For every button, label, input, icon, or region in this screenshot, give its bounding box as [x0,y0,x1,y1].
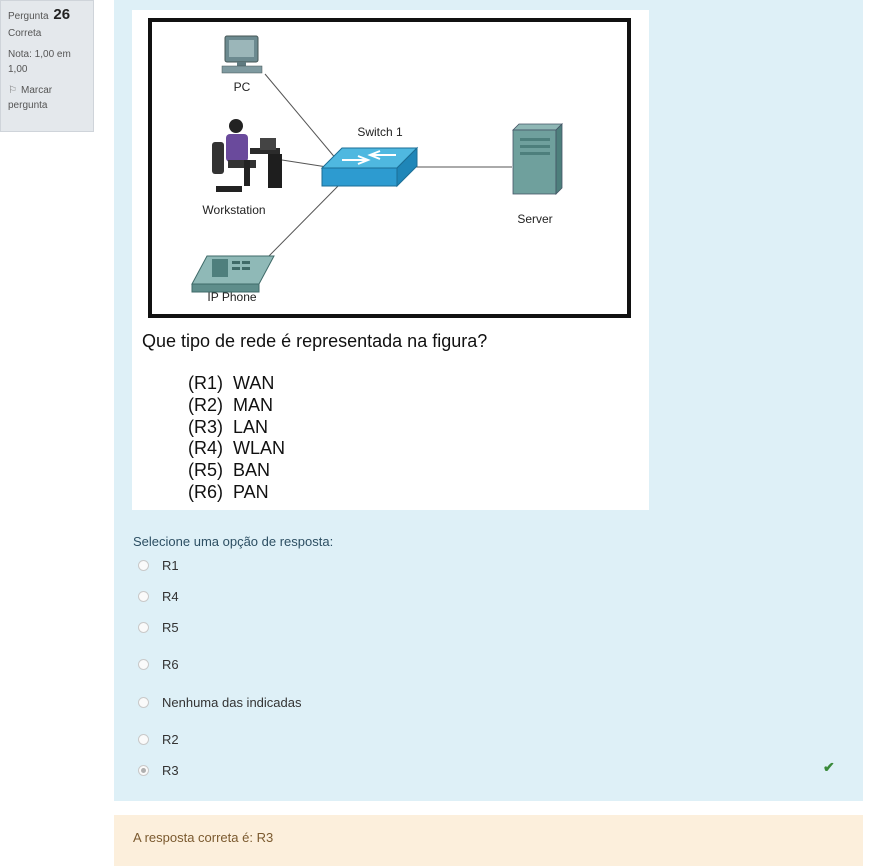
figure-option: (R2) MAN [188,394,273,415]
figure-question-text: Que tipo de rede é representada na figur… [142,331,488,351]
answer-label: R1 [162,557,179,573]
figure-option: (R4) WLAN [188,438,286,459]
answer-label: R6 [162,656,179,672]
answer-prompt: Selecione uma opção de resposta: [133,534,334,549]
server-label: Server [517,212,552,226]
radio-button[interactable] [138,621,149,633]
flag-icon: ⚐ [8,85,17,96]
figure-option: (R6) PAN [188,481,269,502]
pc-label: PC [234,80,251,94]
question-grade: Nota: 1,00 em 1,00 [8,49,71,75]
question-figure: PC Workstation IP Phone Switch 1 Server … [132,10,649,510]
radio-button[interactable] [138,658,149,670]
radio-button[interactable] [138,559,149,571]
answer-label: R5 [162,619,179,635]
radio-button[interactable] [138,733,149,745]
answer-option-r3[interactable]: R3 [138,760,179,780]
answer-option-r2[interactable]: R2 [138,729,179,749]
radio-button[interactable] [138,590,149,602]
answer-option-r5[interactable]: R5 [138,617,179,637]
answer-option-none[interactable]: Nenhuma das indicadas [138,692,301,712]
figure-options-list: (R1) WAN (R2) MAN (R3) LAN (R4) WLAN (R5… [188,373,285,504]
question-number: Pergunta 26 [8,7,86,24]
radio-button-selected[interactable] [138,764,149,776]
figure-option: (R3) LAN [188,416,269,437]
flag-question-link[interactable]: ⚐ Marcar pergunta [8,83,86,113]
ip-phone-label: IP Phone [207,290,256,304]
radio-button[interactable] [138,696,149,708]
question-info-panel: Pergunta 26 Correta Nota: 1,00 em 1,00 ⚐… [0,0,94,132]
workstation-label: Workstation [202,203,265,217]
switch-label: Switch 1 [357,125,403,139]
correct-answer-feedback: A resposta correta é: R3 [114,815,863,866]
answer-label: R4 [162,588,179,604]
figure-option: (R5) BAN [188,460,271,481]
answer-label: Nenhuma das indicadas [162,694,302,710]
question-state: Correta [8,28,42,39]
answer-label: R3 [162,762,179,778]
answer-option-r1[interactable]: R1 [138,555,179,575]
answer-option-r6[interactable]: R6 [138,654,179,674]
question-label: Pergunta [8,11,49,22]
figure-option: (R1) WAN [188,373,275,393]
answer-label: R2 [162,731,179,747]
network-diagram: PC Workstation IP Phone Switch 1 Server [148,18,631,318]
pc-icon [221,35,263,74]
answer-option-r4[interactable]: R4 [138,586,179,606]
server-icon [512,123,563,195]
question-number-value: 26 [53,6,71,23]
checkmark-icon: ✔ [823,759,835,775]
switch-icon [320,146,419,188]
